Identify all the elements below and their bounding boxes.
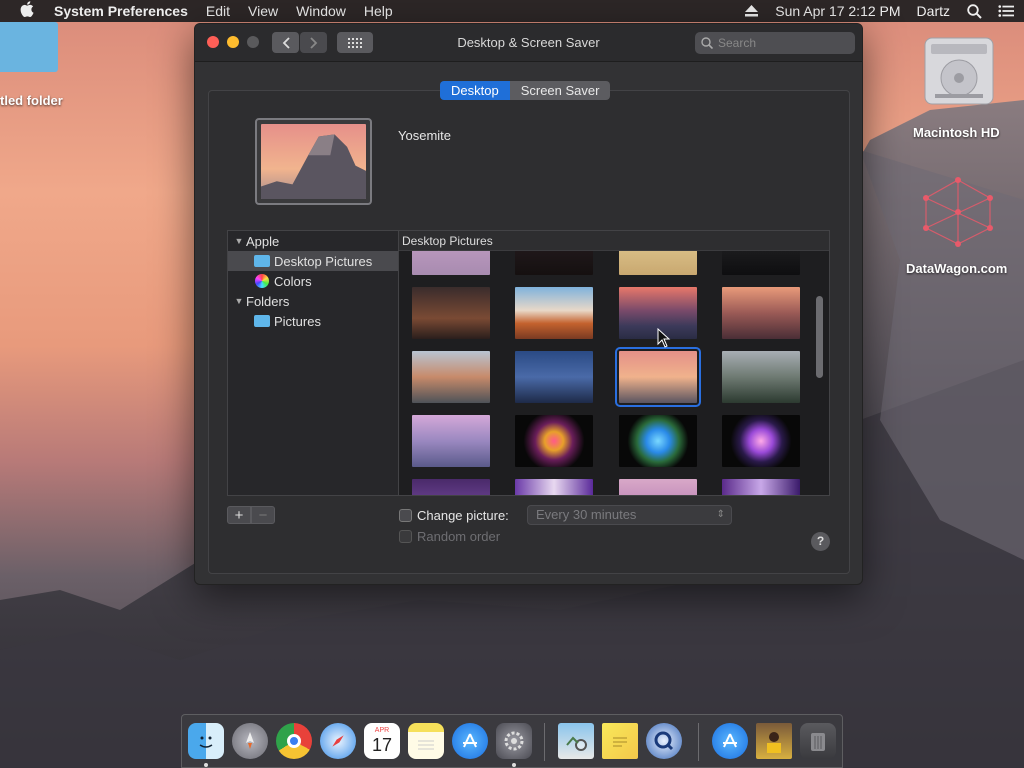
menu-bar: System Preferences Edit View Window Help… [0, 0, 1024, 22]
wallpaper-thumbnail[interactable] [412, 479, 490, 495]
wallpaper-thumbnail[interactable] [515, 479, 593, 495]
wallpaper-thumbnail[interactable] [722, 351, 800, 403]
wallpaper-thumbnail[interactable] [515, 351, 593, 403]
menu-window[interactable]: Window [296, 3, 346, 19]
running-indicator [204, 763, 208, 767]
search-icon [701, 37, 713, 49]
calendar-month: APR [374, 727, 390, 734]
wallpaper-thumbnail[interactable] [722, 287, 800, 339]
desktop-screensaver-window: Desktop & Screen Saver Desktop Screen Sa… [194, 23, 863, 585]
change-picture-label[interactable]: Change picture: [417, 508, 509, 523]
scrollbar-thumb[interactable] [816, 296, 823, 378]
picture-grid: Desktop Pictures [399, 230, 830, 496]
remove-folder-button[interactable]: − [251, 506, 275, 524]
sidebar-item-label: Colors [274, 273, 312, 289]
current-picture-name: Yosemite [398, 128, 451, 143]
spotlight-search-icon[interactable] [966, 3, 982, 19]
notification-center-icon[interactable] [998, 3, 1014, 19]
folder-icon [254, 315, 270, 327]
menu-view[interactable]: View [248, 3, 278, 19]
sidebar-item-label: Desktop Pictures [274, 253, 373, 269]
wallpaper-thumbnail[interactable] [412, 351, 490, 403]
dock: APR 17 [181, 714, 843, 768]
source-list: ▼ Apple Desktop Pictures Colors ▼ Folder… [227, 230, 399, 496]
safari-icon[interactable] [320, 723, 356, 759]
apple-menu-icon[interactable] [0, 1, 54, 21]
sidebar-group-label: Apple [246, 233, 280, 249]
wallpaper-thumbnail[interactable] [412, 415, 490, 467]
dock-separator [544, 723, 545, 761]
menu-app-name[interactable]: System Preferences [54, 3, 188, 19]
wallpaper-thumbnail[interactable] [412, 287, 490, 339]
tab-screen-saver[interactable]: Screen Saver [509, 81, 611, 100]
eject-icon[interactable] [743, 3, 759, 19]
disclosure-triangle-icon[interactable]: ▼ [232, 296, 246, 306]
wallpaper-thumbnail[interactable] [515, 415, 593, 467]
sidebar-group-apple[interactable]: ▼ Apple [228, 231, 398, 251]
hard-drive-label[interactable]: Macintosh HD [913, 125, 1000, 140]
downloads-stack-icon[interactable] [712, 723, 748, 759]
random-order-label[interactable]: Random order [417, 529, 500, 544]
desktop-folder-icon[interactable] [0, 22, 58, 72]
wallpaper-thumbnail-selected[interactable] [615, 347, 701, 407]
trash-icon[interactable] [800, 723, 836, 759]
tab-control: Desktop Screen Saver [440, 81, 611, 100]
current-picture-preview [255, 118, 372, 205]
menu-help[interactable]: Help [364, 3, 393, 19]
quicktime-icon[interactable] [646, 723, 682, 759]
random-order-checkbox[interactable] [399, 530, 412, 543]
color-wheel-icon [255, 274, 269, 288]
dock-separator [698, 723, 699, 761]
preview-icon[interactable] [558, 723, 594, 759]
sidebar-group-label: Folders [246, 293, 290, 309]
search-field[interactable] [695, 32, 855, 54]
wallpaper-thumbnail[interactable] [722, 415, 800, 467]
tab-desktop[interactable]: Desktop [440, 81, 510, 100]
window-titlebar[interactable]: Desktop & Screen Saver [195, 24, 862, 62]
yosemite-preview-image [261, 124, 366, 199]
help-button[interactable]: ? [811, 532, 830, 551]
wallpaper-thumbnail[interactable] [619, 479, 697, 495]
disclosure-triangle-icon[interactable]: ▼ [232, 236, 246, 246]
change-picture-checkbox[interactable] [399, 509, 412, 522]
stickies-icon[interactable] [602, 723, 638, 759]
desktop-folder-label[interactable]: tled folder [0, 93, 63, 108]
datawagon-label: DataWagon.com [906, 261, 1008, 276]
folder-icon [254, 255, 270, 267]
calendar-icon[interactable]: APR 17 [364, 723, 400, 759]
search-input[interactable] [718, 36, 838, 50]
menu-user[interactable]: Dartz [917, 3, 950, 19]
notes-icon[interactable] [408, 723, 444, 759]
sidebar-item-colors[interactable]: Colors [228, 271, 398, 291]
photo-stack-icon[interactable] [756, 723, 792, 759]
updown-chevron-icon: ⇕ [716, 509, 725, 520]
chrome-icon[interactable] [276, 723, 312, 759]
grid-header: Desktop Pictures [399, 231, 829, 251]
finder-icon[interactable] [188, 723, 224, 759]
sidebar-item-pictures[interactable]: Pictures [228, 311, 398, 331]
add-folder-button[interactable]: + [227, 506, 251, 524]
wallpaper-thumbnail[interactable] [515, 287, 593, 339]
hard-drive-icon[interactable] [921, 34, 997, 108]
sidebar-item-label: Pictures [274, 313, 321, 329]
menu-clock[interactable]: Sun Apr 17 2:12 PM [775, 3, 900, 19]
wallpaper-thumbnail[interactable] [619, 415, 697, 467]
grid-scrollbar[interactable] [814, 251, 825, 495]
running-indicator [512, 763, 516, 767]
sidebar-item-desktop-pictures[interactable]: Desktop Pictures [228, 251, 398, 271]
change-interval-value: Every 30 minutes [536, 507, 637, 522]
datawagon-logo-icon [923, 177, 993, 247]
launchpad-icon[interactable] [232, 723, 268, 759]
calendar-day: 17 [371, 735, 393, 755]
mouse-cursor-icon [657, 328, 671, 348]
change-interval-select[interactable]: Every 30 minutes ⇕ [527, 505, 732, 525]
menu-edit[interactable]: Edit [206, 3, 230, 19]
wallpaper-thumbnail[interactable] [722, 479, 800, 495]
app-store-icon[interactable] [452, 723, 488, 759]
sidebar-group-folders[interactable]: ▼ Folders [228, 291, 398, 311]
system-preferences-icon[interactable] [496, 723, 532, 759]
